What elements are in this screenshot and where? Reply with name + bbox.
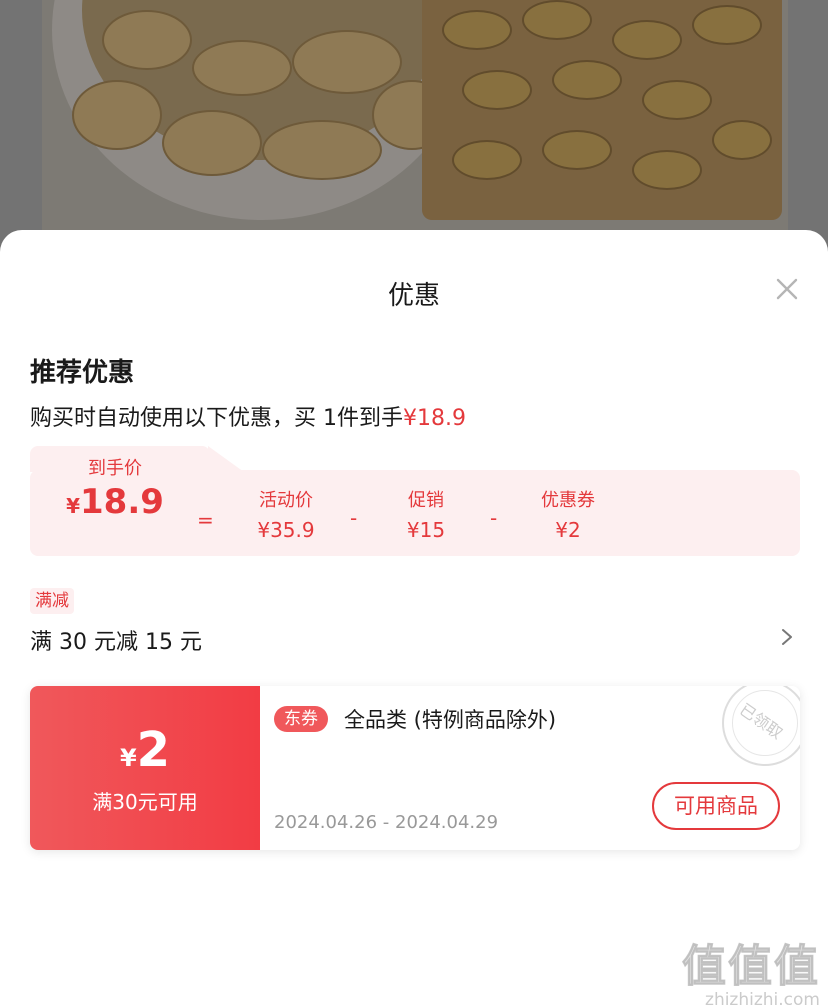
site-watermark: 值值值 zhizhizhi.com <box>682 930 821 1008</box>
promo-value: ¥15 <box>406 518 446 542</box>
recommend-description: 购买时自动使用以下优惠，买 1件到手¥18.9 <box>30 400 466 432</box>
final-price: 到手价 ¥18.9 <box>60 454 170 522</box>
promo-label: 促销 <box>408 490 444 511</box>
equals-sign: = <box>197 508 214 532</box>
close-icon[interactable] <box>774 276 800 302</box>
final-price-label: 到手价 <box>88 458 142 479</box>
coupon-card: ¥2 满30元可用 已领取 东券 全品类 (特例商品除外) 2024.04.26… <box>30 686 800 850</box>
full-reduction-rule[interactable]: 满 30 元减 15 元 <box>30 624 202 656</box>
activity-price: 活动价 ¥35.9 <box>244 486 328 542</box>
coupon-condition: 满30元可用 <box>92 790 198 814</box>
minus-sign: - <box>350 506 358 530</box>
promo-discount: 促销 ¥15 <box>394 486 458 542</box>
sheet-title: 优惠 <box>387 281 440 311</box>
final-price-value: ¥18.9 <box>66 482 164 522</box>
full-reduction-tag: 满减 <box>30 588 74 614</box>
watermark-logo: 值值值 <box>682 941 820 993</box>
coupon-amount: ¥2 <box>119 722 171 778</box>
available-products-button[interactable]: 可用商品 <box>652 782 780 830</box>
activity-price-value: ¥35.9 <box>257 518 315 542</box>
recommend-title: 推荐优惠 <box>30 358 135 388</box>
discount-sheet: 优惠 推荐优惠 购买时自动使用以下优惠，买 1件到手¥18.9 到手价 ¥18.… <box>0 230 828 1008</box>
product-photo <box>42 0 788 260</box>
claimed-stamp: 已领取 <box>722 686 800 766</box>
peanut-bag-image <box>422 0 782 220</box>
recommend-desc-text: 购买时自动使用以下优惠，买 1件到手 <box>30 406 403 431</box>
chevron-right-icon[interactable] <box>780 628 794 646</box>
jd-coupon-tag: 东券 <box>274 706 328 732</box>
coupon-discount-label: 优惠券 <box>541 490 595 511</box>
activity-price-label: 活动价 <box>259 490 313 511</box>
coupon-discount-value: ¥2 <box>555 518 581 542</box>
price-formula: 到手价 ¥18.9 = 活动价 ¥35.9 - 促销 ¥15 - 优惠券 ¥2 <box>30 446 800 556</box>
coupon-discount: 优惠券 ¥2 <box>528 486 608 542</box>
coupon-description: 全品类 (特例商品除外) <box>344 708 557 732</box>
recommend-price: ¥18.9 <box>403 406 466 431</box>
coupon-amount-panel: ¥2 满30元可用 <box>30 686 260 850</box>
minus-sign: - <box>490 506 498 530</box>
product-image-backdrop <box>0 0 828 260</box>
coupon-date-range: 2024.04.26 - 2024.04.29 <box>274 812 499 833</box>
